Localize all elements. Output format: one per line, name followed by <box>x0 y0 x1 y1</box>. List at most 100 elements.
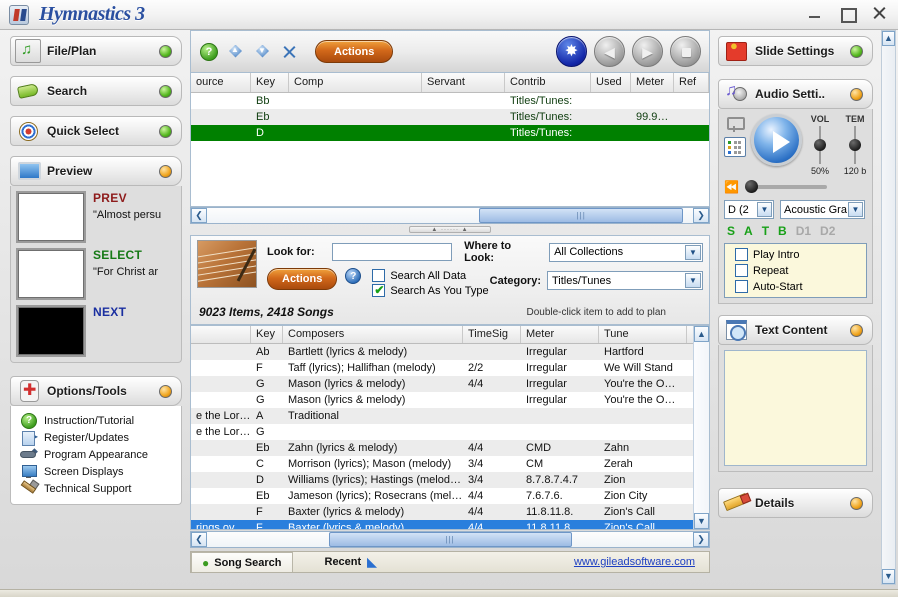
column-header[interactable]: Used <box>591 73 631 92</box>
scroll-right-button[interactable]: ❯ <box>693 532 709 547</box>
column-header[interactable]: ource <box>191 73 251 92</box>
scroll-left-button[interactable]: ❮ <box>191 532 207 547</box>
scroll-up-button[interactable]: ▲ <box>694 326 709 342</box>
chevron-down-icon[interactable]: ▼ <box>757 202 772 217</box>
scroll-left-button[interactable]: ❮ <box>191 208 207 223</box>
scroll-thumb[interactable] <box>328 532 572 547</box>
rewind-icon[interactable]: ⏪ <box>724 180 739 194</box>
repeat-checkbox[interactable] <box>735 264 748 277</box>
panel-slide-settings[interactable]: Slide Settings <box>718 36 873 66</box>
preview-thumbnail[interactable] <box>16 191 86 243</box>
category-select[interactable]: Titles/Tunes ▼ <box>547 271 703 290</box>
panel-audio-settings[interactable]: Audio Setti.. <box>718 79 873 109</box>
scroll-right-button[interactable]: ❯ <box>693 208 709 223</box>
table-row[interactable]: G Mason (lyrics & melody) Irregular You're … <box>191 392 693 408</box>
column-header[interactable] <box>191 326 251 343</box>
help-icon[interactable]: ? <box>345 268 362 284</box>
column-header[interactable]: Ref <box>674 73 709 92</box>
seek-slider[interactable] <box>744 180 827 193</box>
slider-track[interactable] <box>814 126 826 164</box>
play-intro-row[interactable]: Play Intro <box>730 248 861 261</box>
instrument-select[interactable]: Acoustic Gra ▼ <box>780 200 865 219</box>
search-as-you-type-checkbox[interactable] <box>372 283 386 297</box>
website-link[interactable]: www.gileadsoftware.com <box>574 556 695 568</box>
table-row[interactable]: Eb Titles/Tunes: 99.9… <box>191 109 709 125</box>
help-icon[interactable] <box>199 42 219 62</box>
voice-part-d1[interactable]: D1 <box>796 224 811 238</box>
projector-icon[interactable] <box>724 114 746 134</box>
table-row[interactable]: F Baxter (lyrics & melody) 4/4 11.8.11.8. Zi… <box>191 504 693 520</box>
sidebar-item-preview[interactable]: Preview <box>10 156 182 186</box>
voice-part-a[interactable]: A <box>744 224 753 238</box>
column-header[interactable]: Meter <box>521 326 599 343</box>
previous-button[interactable]: ◀ <box>594 36 625 67</box>
scroll-track[interactable] <box>207 532 693 547</box>
table-row[interactable]: D Titles/Tunes: <box>191 125 709 141</box>
chevron-down-icon[interactable]: ▼ <box>685 244 701 260</box>
plan-grid[interactable]: ource Key Comp Servant Contrib Used Meter Ref B… <box>190 72 710 207</box>
preview-slot-prev[interactable]: PREV "Almost persu <box>16 191 176 243</box>
app-vertical-scrollbar[interactable]: ▲ ▼ <box>881 30 896 585</box>
column-header[interactable]: TimeSig <box>463 326 521 343</box>
where-to-look-select[interactable]: All Collections ▼ <box>549 242 703 262</box>
preview-slot-select[interactable]: SELECT "For Christ ar <box>16 248 176 300</box>
move-up-icon[interactable] <box>226 42 246 62</box>
column-header[interactable]: Composers <box>283 326 463 343</box>
table-row[interactable]: Eb Jameson (lyrics); Rosecrans (mel… 4/4 7.… <box>191 488 693 504</box>
voice-part-t[interactable]: T <box>762 224 769 238</box>
voice-part-b[interactable]: B <box>778 224 787 238</box>
panel-splitter[interactable]: ▲ ······ ▲ <box>190 224 710 235</box>
preview-thumbnail[interactable] <box>16 248 86 300</box>
move-down-icon[interactable] <box>253 42 273 62</box>
maximize-button[interactable] <box>838 4 857 23</box>
column-header[interactable]: Comp <box>289 73 422 92</box>
column-header[interactable]: Tune <box>599 326 687 343</box>
text-content-area[interactable] <box>724 350 867 466</box>
stop-button[interactable] <box>670 36 701 67</box>
options-item-instruction-tutorial[interactable]: Instruction/Tutorial <box>11 412 181 429</box>
table-row[interactable]: C Morrison (lyrics); Mason (melody) 3/4 CM Z… <box>191 456 693 472</box>
table-row[interactable]: e the Lor… G <box>191 424 693 440</box>
volume-slider[interactable]: VOL 50% <box>808 114 832 176</box>
table-row[interactable]: e the Lor… A Traditional <box>191 408 693 424</box>
song-horizontal-scrollbar[interactable]: ❮ ❯ <box>190 531 710 548</box>
column-header[interactable]: Key <box>251 326 283 343</box>
repeat-row[interactable]: Repeat <box>730 264 861 277</box>
scroll-thumb[interactable] <box>479 208 684 223</box>
column-header[interactable]: Servant <box>422 73 505 92</box>
seek-knob[interactable] <box>744 180 758 193</box>
scroll-up-button[interactable]: ▲ <box>882 31 895 46</box>
options-item-technical-support[interactable]: Technical Support <box>11 480 181 497</box>
scroll-track[interactable] <box>207 208 693 223</box>
song-results-grid[interactable]: Key Composers TimeSig Meter Tune Ab Bartlett … <box>190 325 710 530</box>
table-row[interactable]: F Taff (lyrics); Hallifhan (melody) 2/2 Irr… <box>191 360 693 376</box>
search-as-you-type-row[interactable]: Search As You Type <box>367 283 489 297</box>
song-vertical-scrollbar[interactable]: ▲ ▼ <box>693 326 709 529</box>
options-item-screen-displays[interactable]: Screen Displays <box>11 463 181 480</box>
search-all-data-row[interactable]: Search All Data <box>367 269 488 282</box>
playlist-icon[interactable] <box>724 137 746 157</box>
table-row[interactable]: rings ov… F Baxter (lyrics & melody) 4/4 11.… <box>191 520 693 529</box>
scroll-track[interactable] <box>694 342 709 513</box>
key-select[interactable]: D (2 ▼ <box>724 200 774 219</box>
voice-part-d2[interactable]: D2 <box>820 224 835 238</box>
table-row[interactable]: Ab Bartlett (lyrics & melody) Irregular Har… <box>191 344 693 360</box>
sidebar-item-options-tools[interactable]: Options/Tools <box>10 376 182 406</box>
voice-part-s[interactable]: S <box>727 224 735 238</box>
table-row[interactable]: G Mason (lyrics & melody) 4/4 Irregular You'… <box>191 376 693 392</box>
preview-slot-next[interactable]: NEXT <box>16 305 176 357</box>
chevron-down-icon[interactable]: ▼ <box>848 202 863 217</box>
slider-track[interactable] <box>849 126 861 164</box>
search-actions-button[interactable]: Actions <box>267 268 338 290</box>
options-item-program-appearance[interactable]: Program Appearance <box>11 446 181 463</box>
options-item-register-updates[interactable]: Register/Updates <box>11 429 181 446</box>
auto-start-checkbox[interactable] <box>735 280 748 293</box>
tab-song-search[interactable]: ● Song Search <box>191 552 293 572</box>
play-intro-checkbox[interactable] <box>735 248 748 261</box>
close-button[interactable] <box>870 4 888 22</box>
auto-start-row[interactable]: Auto-Start <box>730 280 861 293</box>
minimize-button[interactable] <box>806 4 824 22</box>
panel-details[interactable]: Details <box>718 488 873 518</box>
scroll-down-button[interactable]: ▼ <box>882 569 895 584</box>
preview-thumbnail[interactable] <box>16 305 86 357</box>
